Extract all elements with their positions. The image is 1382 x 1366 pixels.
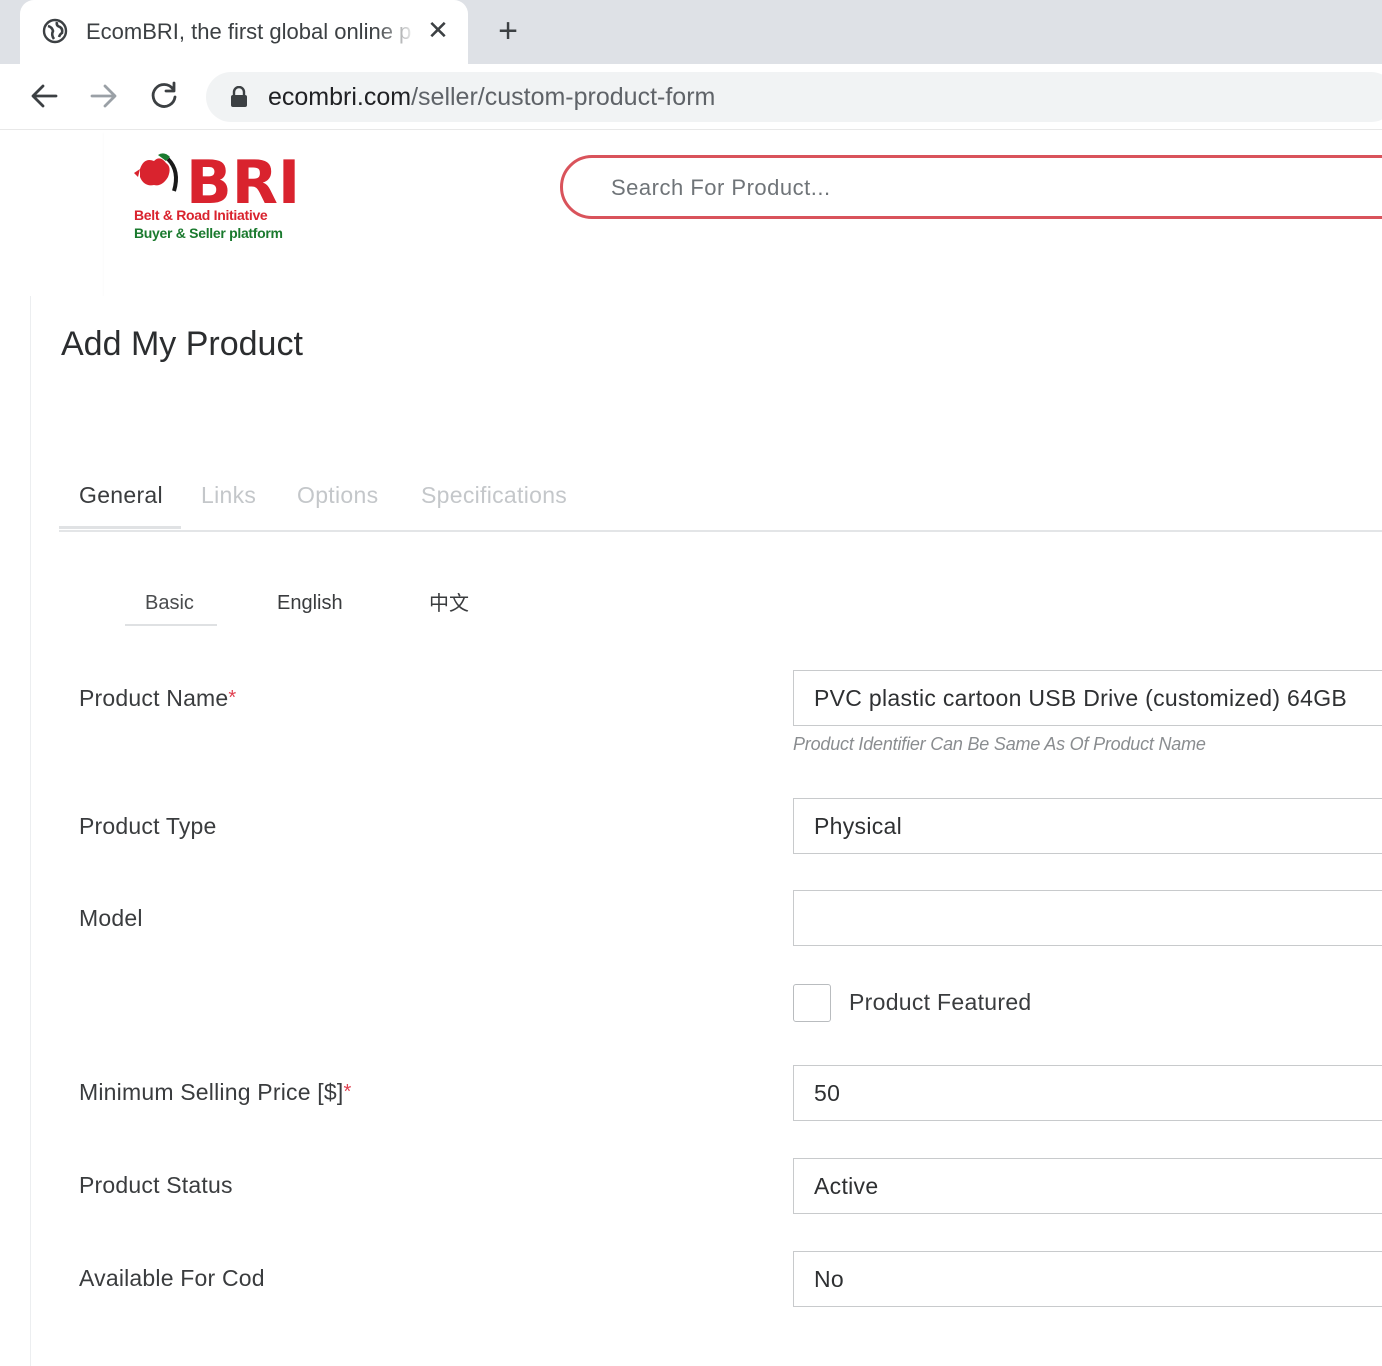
subtab-basic[interactable]: Basic [145, 590, 194, 616]
browser-tab[interactable]: EcomBRI, the first global online p ✕ [20, 0, 468, 64]
tab-links[interactable]: Links [201, 480, 256, 510]
product-name-label: Product Name* [79, 684, 236, 712]
cod-label: Available For Cod [79, 1265, 265, 1291]
reload-icon[interactable] [146, 78, 182, 114]
close-icon[interactable]: ✕ [422, 14, 454, 46]
globe-icon [42, 18, 68, 44]
active-tab-underline [59, 526, 181, 529]
forward-arrow-icon[interactable] [86, 78, 122, 114]
lock-icon[interactable] [230, 85, 248, 108]
product-name-label-text: Product Name [79, 685, 229, 711]
logo-mark: BRI [134, 148, 300, 218]
tab-general[interactable]: General [79, 480, 163, 510]
logo-tagline-1: Belt & Road Initiative [134, 207, 268, 223]
logo-text: BRI [186, 148, 300, 213]
browser-toolbar: ecombri.com/seller/custom-product-form [0, 64, 1382, 130]
tab-specifications[interactable]: Specifications [421, 480, 567, 510]
page-title: Add My Product [61, 325, 303, 363]
product-featured-checkbox[interactable] [793, 984, 831, 1022]
product-type-label: Product Type [79, 813, 217, 839]
product-status-label: Product Status [79, 1172, 233, 1198]
browser-tabstrip: EcomBRI, the first global online p ✕ + [0, 0, 1382, 64]
active-subtab-underline [125, 624, 217, 626]
product-type-select[interactable]: Physical [793, 798, 1382, 854]
product-name-field[interactable]: PVC plastic cartoon USB Drive (customize… [793, 670, 1382, 726]
tab-options[interactable]: Options [297, 480, 378, 510]
product-form-card: Add My Product General Links Options Spe… [30, 296, 1382, 1366]
model-label: Model [79, 905, 143, 931]
site-header: BRI Belt & Road Initiative Buyer & Selle… [104, 131, 1382, 315]
min-price-value: 50 [814, 1080, 841, 1106]
cod-value: No [814, 1266, 845, 1292]
url-host: ecombri.com [268, 83, 412, 111]
form-tabs: General Links Options Specifications [59, 466, 1382, 532]
product-featured-label[interactable]: Product Featured [849, 988, 1032, 1016]
product-name-value: PVC plastic cartoon USB Drive (customize… [814, 685, 1348, 711]
product-status-select[interactable]: Active [793, 1158, 1382, 1214]
search-placeholder: Search For Product... [611, 175, 831, 200]
back-arrow-icon[interactable] [26, 78, 62, 114]
new-tab-button[interactable]: + [490, 14, 526, 50]
min-price-label: Minimum Selling Price [$]* [79, 1078, 351, 1106]
cod-select[interactable]: No [793, 1251, 1382, 1307]
product-status-value: Active [814, 1173, 879, 1199]
required-mark: * [228, 687, 237, 709]
tab-title: EcomBRI, the first global online p [86, 19, 412, 44]
bri-logo[interactable]: BRI Belt & Road Initiative Buyer & Selle… [130, 147, 310, 243]
logo-tagline-2: Buyer & Seller platform [134, 225, 283, 241]
subtab-english[interactable]: English [277, 590, 343, 616]
product-name-hint: Product Identifier Can Be Same As Of Pro… [793, 734, 1206, 754]
min-price-field[interactable]: 50 [793, 1065, 1382, 1121]
search-input[interactable]: Search For Product... [560, 155, 1382, 219]
model-field[interactable] [793, 890, 1382, 946]
product-type-value: Physical [814, 813, 903, 839]
min-price-label-text: Minimum Selling Price [$] [79, 1079, 344, 1105]
subtab-chinese[interactable]: 中文 [429, 590, 469, 616]
address-bar[interactable]: ecombri.com/seller/custom-product-form [206, 72, 1382, 122]
url-path: /seller/custom-product-form [411, 83, 716, 111]
url-text[interactable]: ecombri.com/seller/custom-product-form [268, 82, 715, 112]
required-mark: * [343, 1081, 352, 1103]
